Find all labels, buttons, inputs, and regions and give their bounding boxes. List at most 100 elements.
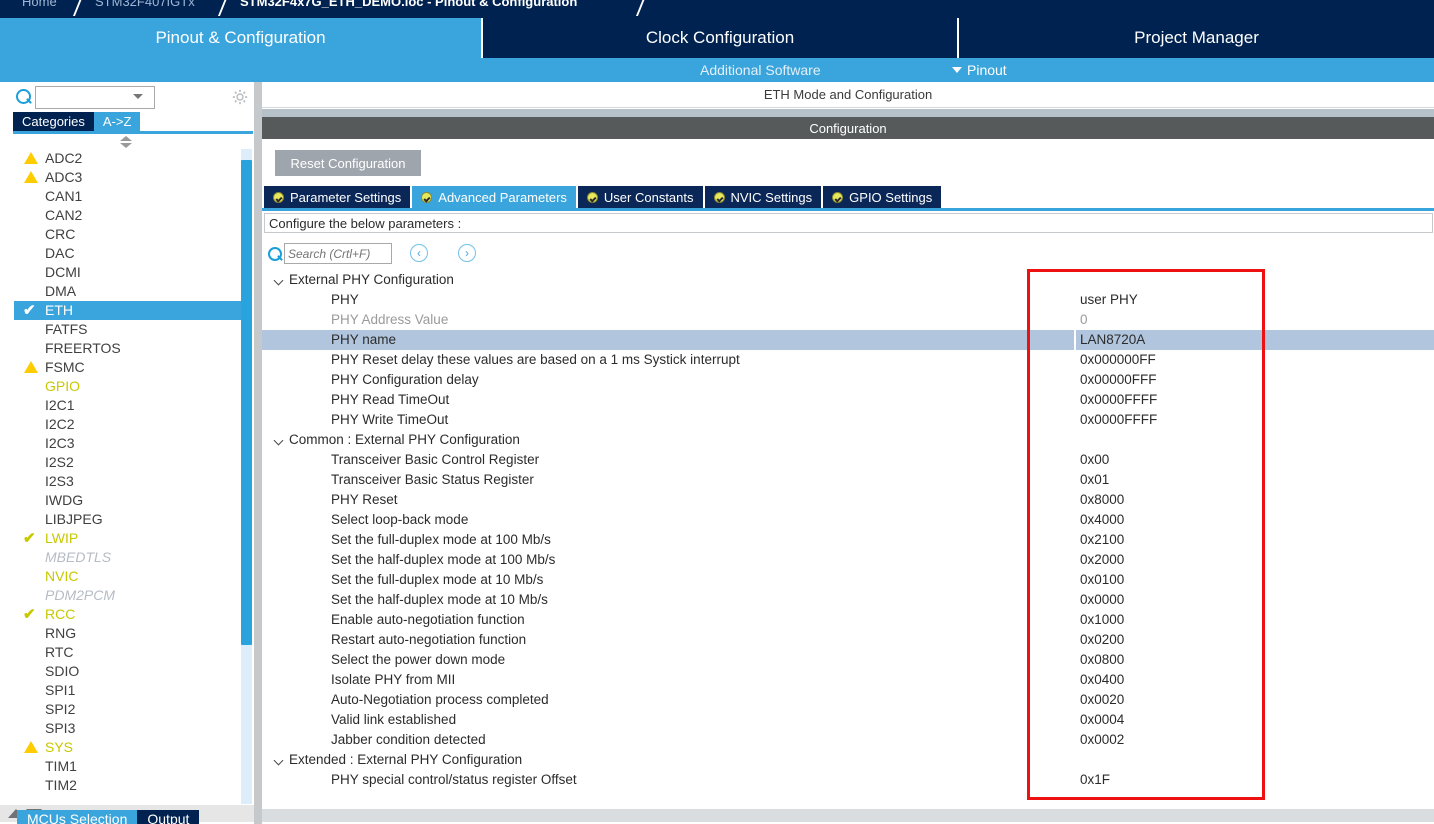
tree-param-row[interactable]: Transceiver Basic Control Register 0x00 — [262, 450, 1434, 470]
tree-param-row[interactable]: PHY user PHY — [262, 290, 1434, 310]
sidebar-item-lwip[interactable]: ✔ LWIP — [14, 529, 252, 548]
subtab-pinout[interactable]: Pinout — [967, 60, 1007, 80]
breadcrumb-item-home[interactable]: Home — [22, 0, 57, 10]
sidebar-item-eth[interactable]: ✔ ETH — [14, 301, 252, 320]
tree-param-row[interactable]: Enable auto-negotiation function 0x1000 — [262, 610, 1434, 630]
tree-param-row[interactable]: PHY Reset delay these values are based o… — [262, 350, 1434, 370]
sidebar-item-freertos[interactable]: FREERTOS — [14, 339, 252, 358]
sidebar-item-mbedtls[interactable]: MBEDTLS — [14, 548, 252, 567]
sidebar-tab-categories[interactable]: Categories — [13, 112, 94, 131]
footer-tab-output[interactable]: Output — [137, 810, 200, 824]
subtab-additional-software[interactable]: Additional Software — [700, 60, 821, 80]
sidebar-item-i2c1[interactable]: I2C1 — [14, 396, 252, 415]
parameter-tab-user-constants[interactable]: User Constants — [577, 186, 705, 208]
tree-param-row[interactable]: PHY Address Value 0 — [262, 310, 1434, 330]
sidebar-item-fatfs[interactable]: FATFS — [14, 320, 252, 339]
chevron-left-circle-icon[interactable]: ‹ — [410, 244, 428, 262]
tree-param-row[interactable]: Set the half-duplex mode at 100 Mb/s 0x20… — [262, 550, 1434, 570]
parameter-value[interactable]: 0x2100 — [1080, 530, 1124, 550]
sidebar-item-dac[interactable]: DAC — [14, 244, 252, 263]
sidebar-item-spi2[interactable]: SPI2 — [14, 700, 252, 719]
tree-param-row[interactable]: Set the half-duplex mode at 10 Mb/s 0x000… — [262, 590, 1434, 610]
footer-tab-mcus-selection[interactable]: MCUs Selection — [17, 810, 138, 824]
sidebar-item-dcmi[interactable]: DCMI — [14, 263, 252, 282]
parameter-tree[interactable]: External PHY Configuration PHY user PHY PHY… — [262, 270, 1434, 812]
parameter-tab-gpio-settings[interactable]: GPIO Settings — [823, 186, 944, 208]
sidebar-item-spi1[interactable]: SPI1 — [14, 681, 252, 700]
parameter-value[interactable]: 0x0400 — [1080, 670, 1124, 690]
tree-param-row[interactable]: PHY Reset 0x8000 — [262, 490, 1434, 510]
sidebar-item-fsmc[interactable]: FSMC — [14, 358, 252, 377]
tab-pinout-configuration[interactable]: Pinout & Configuration — [0, 18, 481, 58]
parameter-value[interactable]: 0x0020 — [1080, 690, 1124, 710]
parameter-value[interactable]: user PHY — [1080, 290, 1138, 310]
sidebar-item-iwdg[interactable]: IWDG — [14, 491, 252, 510]
breadcrumb-item-mcu[interactable]: STM32F407IGTx — [95, 0, 195, 10]
parameter-value[interactable]: LAN8720A — [1074, 330, 1145, 350]
parameter-value[interactable]: 0x0800 — [1080, 650, 1124, 670]
chevron-right-circle-icon[interactable]: › — [458, 244, 476, 262]
sidebar-item-rng[interactable]: RNG — [14, 624, 252, 643]
parameter-tab-advanced-parameters[interactable]: Advanced Parameters — [412, 186, 578, 208]
parameter-search-input[interactable] — [284, 243, 392, 264]
sidebar-item-can2[interactable]: CAN2 — [14, 206, 252, 225]
sidebar-item-can1[interactable]: CAN1 — [14, 187, 252, 206]
parameter-value[interactable]: 0x0004 — [1080, 710, 1124, 730]
sidebar-item-dma[interactable]: DMA — [14, 282, 252, 301]
sidebar-tab-a-to-z[interactable]: A->Z — [93, 112, 141, 131]
parameter-value[interactable]: 0x0200 — [1080, 630, 1124, 650]
parameter-value[interactable]: 0x000000FF — [1080, 350, 1156, 370]
sidebar-item-adc2[interactable]: ADC2 — [14, 149, 252, 168]
parameter-tab-nvic-settings[interactable]: NVIC Settings — [704, 186, 824, 208]
tree-param-row[interactable]: PHY Configuration delay 0x00000FFF — [262, 370, 1434, 390]
chevron-down-icon[interactable] — [133, 94, 143, 99]
sidebar-item-i2s2[interactable]: I2S2 — [14, 453, 252, 472]
parameter-tree-hscrollbar[interactable] — [262, 809, 1434, 822]
sidebar-item-adc3[interactable]: ADC3 — [14, 168, 252, 187]
tree-group-row[interactable]: Common : External PHY Configuration — [262, 430, 1434, 450]
tree-group-row[interactable]: Extended : External PHY Configuration — [262, 750, 1434, 770]
tree-param-row[interactable]: Restart auto-negotiation function 0x0200 — [262, 630, 1434, 650]
parameter-value[interactable]: 0x0000FFFF — [1080, 410, 1157, 430]
parameter-value[interactable]: 0x8000 — [1080, 490, 1124, 510]
parameter-value[interactable]: 0x0000FFFF — [1080, 390, 1157, 410]
tree-param-row[interactable]: Transceiver Basic Status Register 0x01 — [262, 470, 1434, 490]
parameter-value[interactable]: 0x00 — [1080, 450, 1109, 470]
sidebar-item-rcc[interactable]: ✔ RCC — [14, 605, 252, 624]
tab-clock-configuration[interactable]: Clock Configuration — [483, 18, 957, 58]
parameter-value[interactable]: 0x00000FFF — [1080, 370, 1157, 390]
sidebar-item-pdm2pcm[interactable]: PDM2PCM — [14, 586, 252, 605]
parameter-value[interactable]: 0x1000 — [1080, 610, 1124, 630]
sidebar-item-gpio[interactable]: GPIO — [14, 377, 252, 396]
sidebar-item-i2c2[interactable]: I2C2 — [14, 415, 252, 434]
tree-param-row[interactable]: PHY name LAN8720A — [262, 330, 1434, 350]
sidebar-item-spi3[interactable]: SPI3 — [14, 719, 252, 738]
sidebar-item-sdio[interactable]: SDIO — [14, 662, 252, 681]
tree-param-row[interactable]: Select loop-back mode 0x4000 — [262, 510, 1434, 530]
sidebar-item-sys[interactable]: SYS — [14, 738, 252, 757]
parameter-value[interactable]: 0x0100 — [1080, 570, 1124, 590]
sidebar-item-rtc[interactable]: RTC — [14, 643, 252, 662]
parameter-value[interactable]: 0x01 — [1080, 470, 1109, 490]
sidebar-item-i2c3[interactable]: I2C3 — [14, 434, 252, 453]
sidebar-item-i2s3[interactable]: I2S3 — [14, 472, 252, 491]
parameter-value[interactable]: 0x0002 — [1080, 730, 1124, 750]
tree-param-row[interactable]: Select the power down mode 0x0800 — [262, 650, 1434, 670]
sidebar-item-tim1[interactable]: TIM1 — [14, 757, 252, 776]
tree-param-row[interactable]: Auto-Negotiation process completed 0x0020 — [262, 690, 1434, 710]
parameter-value[interactable]: 0 — [1080, 310, 1088, 330]
parameter-value[interactable]: 0x4000 — [1080, 510, 1124, 530]
tree-param-row[interactable]: Set the full-duplex mode at 10 Mb/s 0x010… — [262, 570, 1434, 590]
tree-group-row[interactable]: External PHY Configuration — [262, 270, 1434, 290]
parameter-value[interactable]: 0x0000 — [1080, 590, 1124, 610]
vertical-splitter[interactable] — [254, 82, 262, 824]
sidebar-item-crc[interactable]: CRC — [14, 225, 252, 244]
gear-icon[interactable] — [232, 89, 248, 105]
sidebar-scrollbar-thumb[interactable] — [241, 160, 252, 645]
sidebar-item-libjpeg[interactable]: LIBJPEG — [14, 510, 252, 529]
tree-param-row[interactable]: Isolate PHY from MII 0x0400 — [262, 670, 1434, 690]
tree-param-row[interactable]: PHY special control/status register Offs… — [262, 770, 1434, 790]
parameter-tab-parameter-settings[interactable]: Parameter Settings — [264, 186, 413, 208]
tree-param-row[interactable]: PHY Read TimeOut 0x0000FFFF — [262, 390, 1434, 410]
parameter-value[interactable]: 0x1F — [1080, 770, 1110, 790]
